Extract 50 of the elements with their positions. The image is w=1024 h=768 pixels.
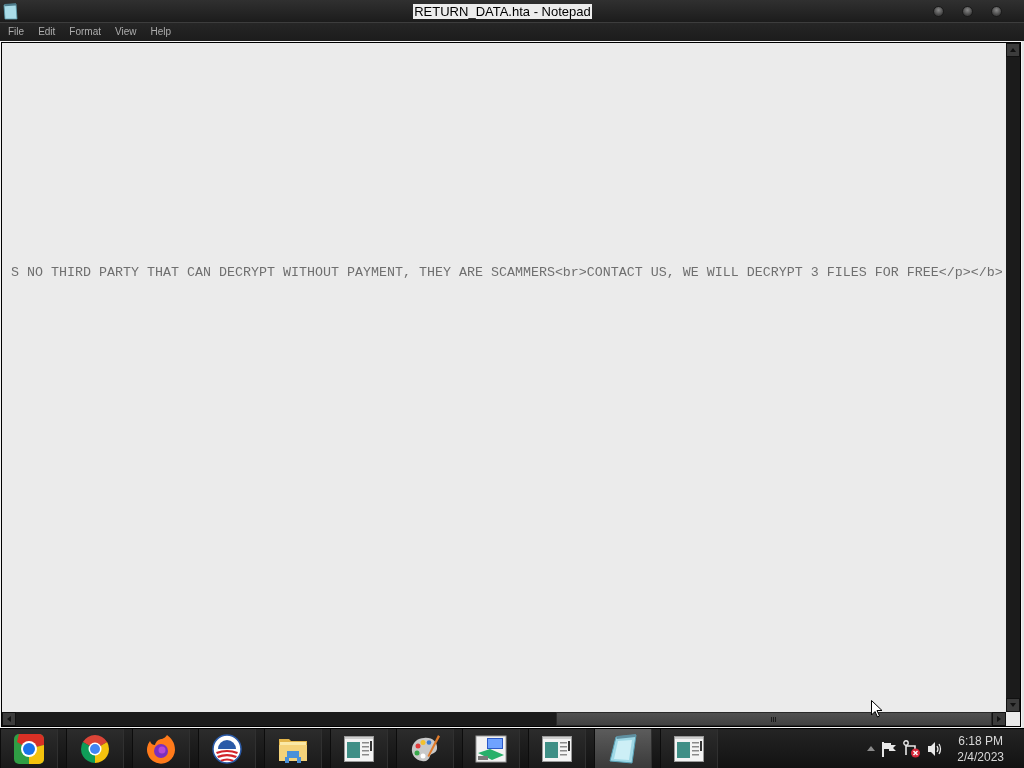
menu-item[interactable]: File: [8, 26, 25, 38]
app-window-icon: [674, 735, 704, 762]
text-editor[interactable]: S NO THIRD PARTY THAT CAN DECRYPT WITHOUT PAYMENT, THEY ARE SCAMMERS<br>CONTACT US, WE WILL DECRYPT 3 FILES FOR FREE</p></b>: [2, 43, 1006, 712]
browser-icon: [79, 732, 111, 765]
taskbar-button[interactable]: [396, 729, 454, 768]
up-arrow-icon: [1010, 48, 1016, 52]
text-line: S NO THIRD PARTY THAT CAN DECRYPT WITHOUT PAYMENT, THEY ARE SCAMMERS<br>CONTACT US, WE WILL DECRYPT 3 FILES FOR FREE</p></b>: [11, 265, 1003, 281]
taskbar-button[interactable]: [66, 729, 124, 768]
circle-emblem-icon: [211, 732, 243, 765]
tray-network-button[interactable]: [903, 739, 922, 758]
minimize-button[interactable]: [933, 5, 944, 17]
horizontal-scrollbar[interactable]: [2, 712, 1006, 726]
right-arrow-icon: [997, 716, 1001, 722]
show-hidden-icons-button[interactable]: [867, 746, 876, 751]
speaker-icon: [927, 740, 944, 757]
notepad-icon: [608, 732, 638, 765]
tray-flag-button[interactable]: [881, 740, 898, 757]
menu-item[interactable]: Edit: [38, 26, 56, 38]
taskbar-button[interactable]: [0, 729, 58, 768]
clock-time[interactable]: 6:18 PM: [958, 733, 1003, 748]
menu-item[interactable]: Format: [69, 26, 102, 38]
app-window-icon: [344, 735, 374, 762]
taskbar-button[interactable]: [198, 729, 256, 768]
menu-item[interactable]: View: [115, 26, 137, 38]
taskbar-button[interactable]: [330, 729, 388, 768]
down-arrow-icon: [1010, 703, 1016, 707]
left-arrow-icon: [7, 716, 11, 722]
network-error-icon: [903, 739, 922, 758]
app-window-icon: [542, 735, 572, 762]
mouse-pointer-icon: [871, 700, 883, 718]
caret-up-icon: [867, 746, 876, 751]
grip-icon: [771, 716, 777, 722]
close-button[interactable]: [991, 5, 1002, 17]
notepad-icon: [3, 2, 18, 20]
taskbar-button[interactable]: [132, 729, 190, 768]
taskbar-button[interactable]: [594, 729, 652, 768]
menu-item[interactable]: Help: [150, 26, 172, 38]
clock-date[interactable]: 2/4/2023: [957, 749, 1004, 764]
flag-icon: [881, 740, 898, 757]
taskbar-button[interactable]: [528, 729, 586, 768]
browser-icon: [13, 732, 45, 765]
computer-icon: [475, 734, 507, 763]
taskbar-button[interactable]: [462, 729, 520, 768]
maximize-button[interactable]: [962, 5, 973, 17]
scrollbar-thumb[interactable]: [555, 712, 992, 726]
tray-volume-button[interactable]: [927, 740, 944, 757]
browser-icon: [145, 732, 177, 765]
taskbar-button[interactable]: [264, 729, 322, 768]
window-title: RETURN_DATA.hta - Notepad: [413, 3, 592, 19]
taskbar-button[interactable]: [660, 729, 718, 768]
